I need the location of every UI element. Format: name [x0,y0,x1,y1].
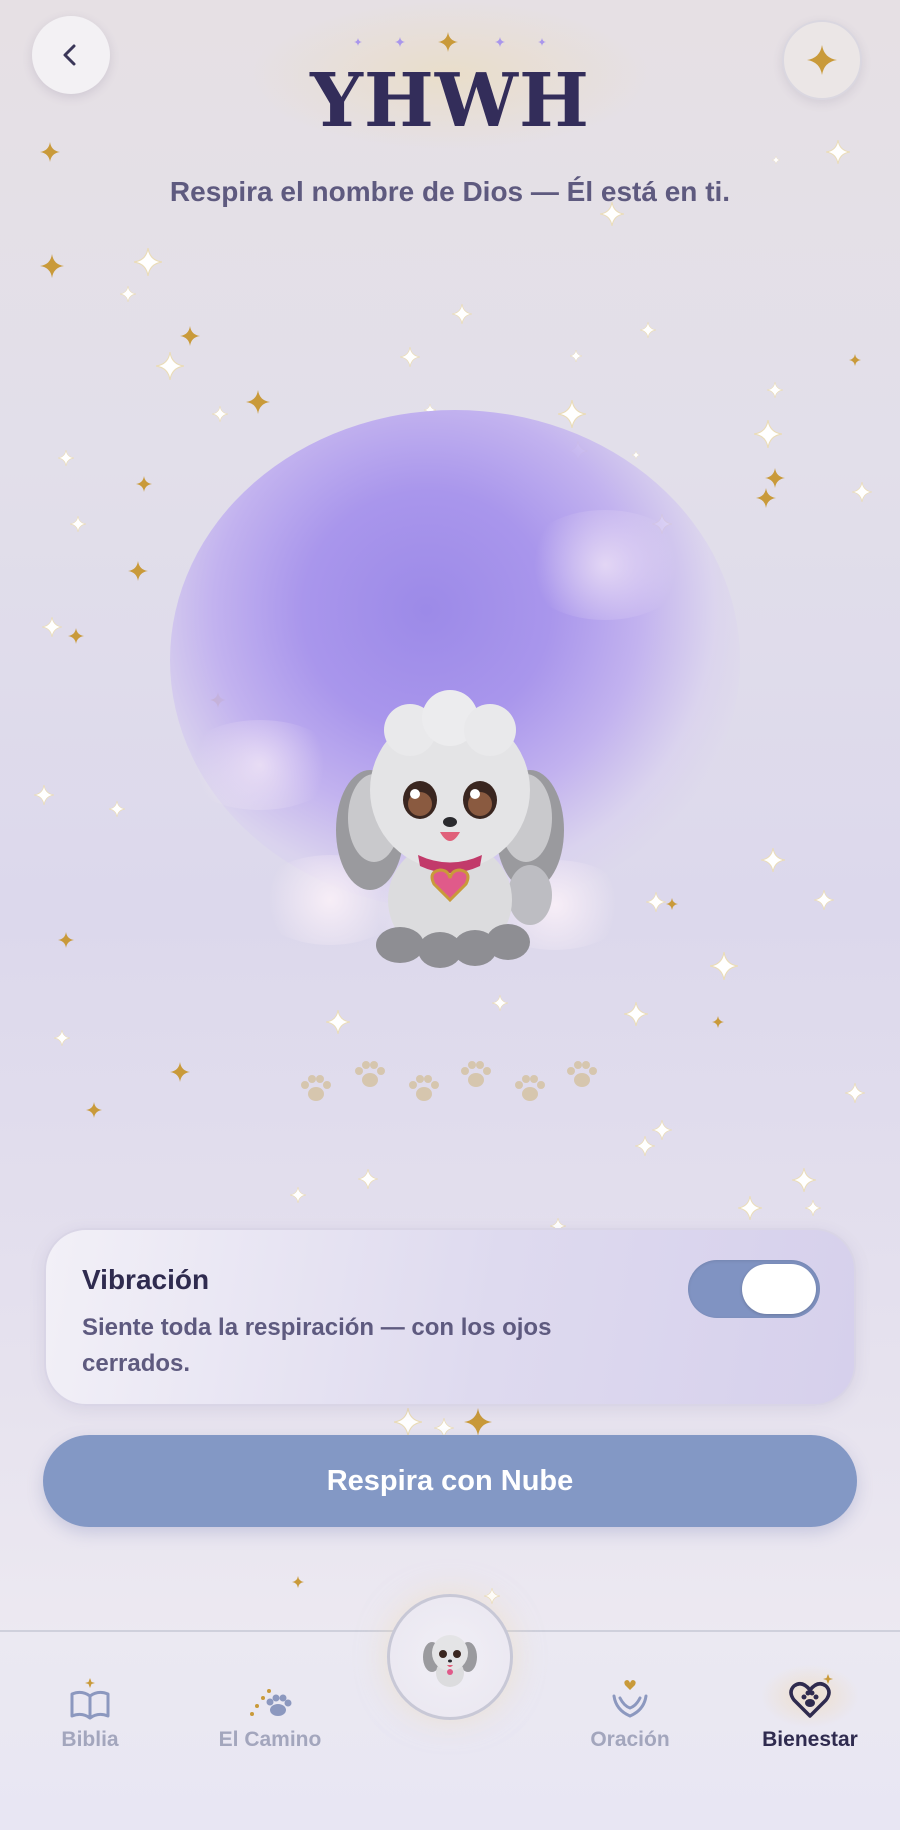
sparkle-icon [136,476,152,492]
sparkle-icon [570,350,582,362]
puppy-avatar-icon [423,1635,477,1687]
sparkle-icon [438,32,458,52]
vibration-title: Vibración [82,1264,210,1295]
heart-paw-icon [789,1674,833,1718]
sparkle-icon [761,848,785,872]
sparkle-icon [354,38,362,46]
sparkle-icon [635,1136,655,1156]
sparkle-icon [852,482,872,502]
sparkle-icon [86,1102,102,1118]
sparkle-icon [400,347,420,367]
sparkle-icon [180,326,200,346]
sparkle-icon [40,254,64,278]
sparkle-icon [58,450,74,466]
tab-label: Biblia [61,1728,119,1751]
cloud-puff [180,720,340,810]
tab-label: Oración [590,1728,670,1751]
sparkle-icon [646,892,666,912]
sparkle-icon [42,617,62,637]
sparkle-icon [358,1169,378,1189]
cloud-puppy-mascot [336,690,564,968]
tab-biblia[interactable]: Biblia [0,1672,180,1752]
vibration-description: Siente toda la respiración — con los ojo… [82,1314,552,1377]
sparkle-icon [120,286,136,302]
sparkle-icon [292,1576,304,1588]
tab-oracion[interactable]: Oración [540,1672,720,1752]
paw-print-icon [301,1075,331,1101]
sparkle-icon [814,890,834,910]
tab-label: El Camino [218,1728,322,1751]
sparkle-icon [68,628,84,644]
sparkle-icon [538,38,546,46]
tab-bienestar[interactable]: Bienestar [720,1664,900,1752]
sparkle-icon [558,400,586,428]
sparkle-icon [290,1187,306,1203]
sparkle-icon [170,1062,190,1082]
sparkle-icon [70,516,86,532]
sparkle-icon [710,952,738,980]
sparkle-icon [156,352,184,380]
breathe-button[interactable]: Respira con Nube [43,1435,857,1527]
sparkle-icon [40,142,60,162]
sparkle-icon [767,382,783,398]
open-book-icon [70,1678,110,1720]
page-subtitle: Respira el nombre de Dios — Él está en t… [169,176,731,207]
sparkle-icon [246,390,270,414]
sparkle-icon [452,304,472,324]
cloud-puff [520,510,690,620]
sparkle-icon [395,37,405,47]
sparkle-icon [58,932,74,948]
sparkle-icon [632,451,640,459]
sparkle-icon [394,1408,422,1436]
sparkle-icon [652,1120,672,1140]
paw-print-icon [355,1061,385,1087]
tab-center-puppy[interactable] [387,1594,513,1720]
sparkle-icon [492,995,508,1011]
page-title: YHWH [310,58,590,144]
sparkle-icon [54,1030,70,1046]
sparkle-icon [765,468,785,488]
sparkle-icon [624,1002,648,1026]
sparkle-icon [754,420,782,448]
sparkle-icon [464,1408,492,1436]
paw-print-icon [515,1075,545,1101]
sparkle-icon [134,248,162,276]
tab-el-camino[interactable]: El Camino [180,1672,360,1752]
sparkle-icon [212,406,228,422]
paw-print-icon [409,1075,439,1101]
sparkle-icon [712,1016,724,1028]
paw-path-icon [250,1689,292,1716]
sparkle-icon [326,1010,350,1034]
sparkle-icon [845,1083,865,1103]
paw-print-icon [461,1061,491,1087]
sparkle-icon [756,488,776,508]
sparkle-icon [792,1168,816,1192]
sparkle-icon [805,1200,821,1216]
vibration-card: Vibración Siente toda la respiración — c… [44,1228,856,1406]
tab-label: Bienestar [762,1728,858,1751]
toggle-knob [742,1264,816,1314]
paw-print-icon [567,1061,597,1087]
sparkle-icon [640,322,656,338]
sparkle-icon [849,354,861,366]
sparkle-icon [128,561,148,581]
sparkle-icon [666,898,678,910]
sparkle-icon [772,156,780,164]
vibration-toggle[interactable] [688,1260,820,1318]
sparkle-icon [34,785,54,805]
praying-hands-heart-icon [612,1680,648,1718]
sparkle-icon [495,37,505,47]
sparkle-icon [738,1196,762,1220]
sparkle-icon [109,801,125,817]
